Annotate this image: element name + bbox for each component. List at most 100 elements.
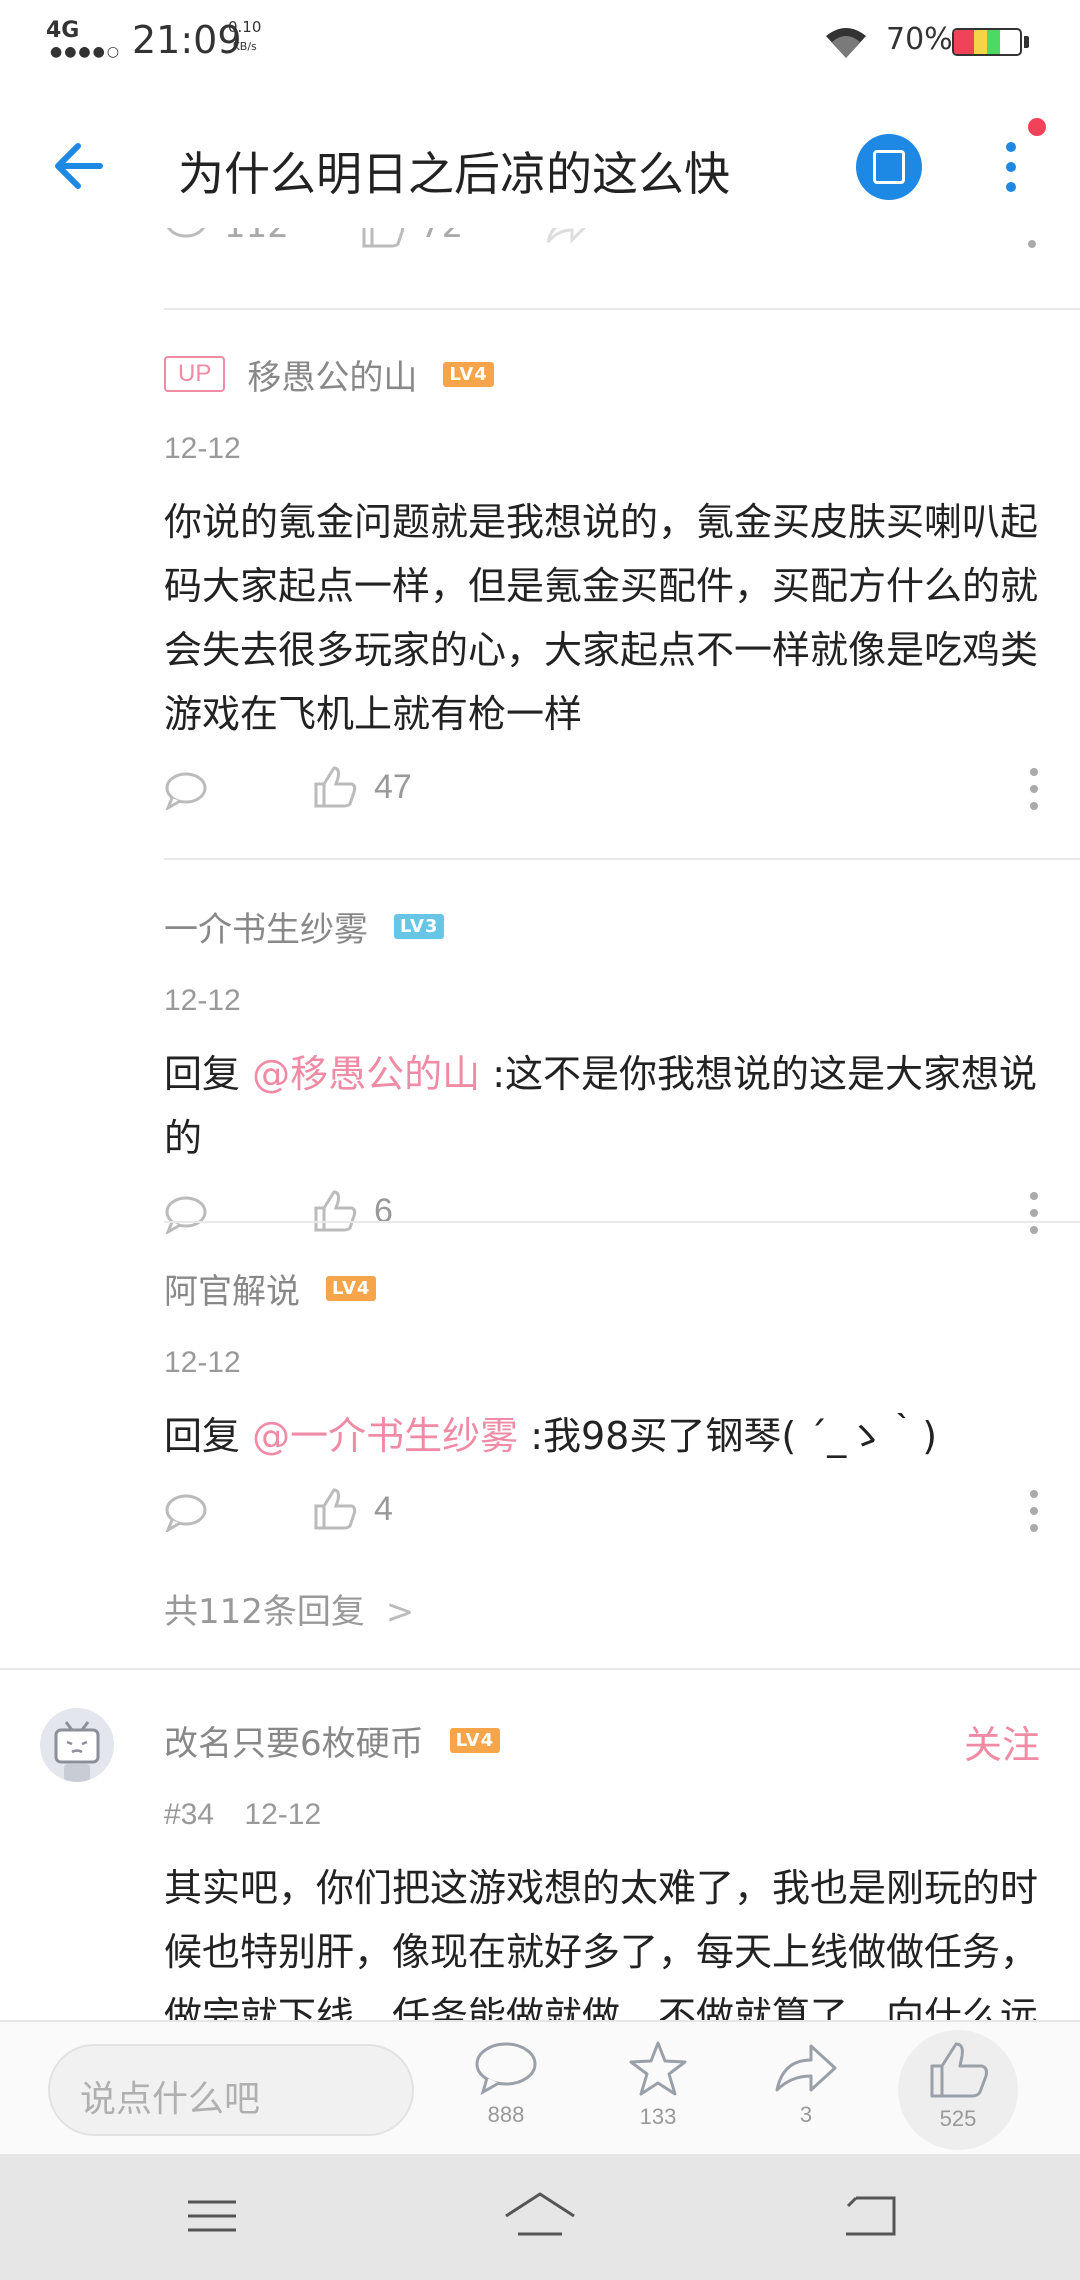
back-nav-icon[interactable] (838, 2186, 902, 2246)
reply-actions: 4 (164, 1482, 1044, 1542)
reply-date: 12-12 (164, 984, 241, 1017)
reply-header: 阿官解说 LV4 (164, 1260, 1044, 1316)
level-badge: LV4 (449, 1727, 501, 1753)
reply-text: 回复 @一介书生纱雾 :我98买了钢琴( ´_ゝ｀) (164, 1404, 1044, 1468)
comment-icon[interactable] (164, 770, 208, 810)
partial-like-count: 72 (420, 228, 463, 246)
comment-thread[interactable]: 112 72 UP 移愚公的山 LV4 12-12 你说的氪金问题就是我想说的，… (0, 228, 1080, 2020)
battery-percent: 70% (886, 22, 953, 57)
tv-mascot-icon (54, 1721, 100, 1782)
share-button[interactable]: 3 (756, 2040, 856, 2128)
comment-date: 12-12 (244, 1798, 322, 1831)
partial-more-dot[interactable] (1028, 240, 1036, 248)
home-icon[interactable] (502, 2186, 578, 2246)
back-arrow-icon[interactable] (48, 134, 112, 198)
notification-dot (1028, 118, 1046, 136)
partial-comment-count: 112 (224, 228, 289, 246)
comment-input[interactable]: 说点什么吧 (48, 2044, 414, 2136)
comment-icon[interactable] (164, 1492, 208, 1532)
signal-strength-icon: ●●●●○ (50, 44, 122, 60)
more-vertical-icon[interactable] (1024, 764, 1044, 814)
avatar[interactable] (40, 1708, 114, 1782)
reply-content: :我98买了钢琴( ´_ゝ｀) (518, 1414, 938, 1458)
comment-meta: #34 12-12 (164, 1798, 1044, 1838)
battery-icon (952, 28, 1022, 56)
divider (164, 308, 1080, 310)
thumbs-up-icon[interactable] (312, 1188, 358, 1234)
comment-icon (475, 2042, 537, 2096)
bottom-action-bar: 说点什么吧 888 133 3 525 (0, 2020, 1080, 2154)
comment-text: 其实吧，你们把这游戏想的太难了，我也是刚玩的时候也特别肝，像现在就好多了，每天上… (164, 1866, 1039, 2020)
divider (164, 1221, 1080, 1223)
page-title: 为什么明日之后凉的这么快 (178, 147, 730, 201)
divider (164, 858, 1080, 860)
reply-item: 一介书生纱雾 LV3 12-12 回复 @移愚公的山 :这不是你我想说的这是大家… (164, 898, 1044, 1244)
view-all-replies-link[interactable]: 共112条回复 > (164, 1584, 414, 1633)
thumbs-up-icon[interactable] (360, 228, 406, 250)
reply-item: 阿官解说 LV4 12-12 回复 @一介书生纱雾 :我98买了钢琴( ´_ゝ｀… (164, 1260, 1044, 1542)
reply-username[interactable]: 移愚公的山 (247, 350, 417, 399)
clock: 21:09 (132, 18, 242, 62)
battery-tip (1024, 36, 1029, 48)
network-speed: 0.10 KB/s (228, 18, 261, 56)
partial-action-row: 112 72 (164, 228, 1044, 268)
comments-button[interactable]: 888 (456, 2040, 556, 2128)
like-button[interactable]: 525 (908, 2040, 1008, 2132)
reply-text: 你说的氪金问题就是我想说的，氪金买皮肤买喇叭起码大家起点一样，但是氪金买配件，买… (164, 500, 1039, 736)
reply-prefix: 回复 (164, 1414, 253, 1458)
shares-count: 3 (799, 2102, 813, 2127)
reply-username[interactable]: 一介书生纱雾 (164, 902, 368, 951)
chevron-right-icon: > (385, 1592, 415, 1632)
reply-header: 一介书生纱雾 LV3 (164, 898, 1044, 954)
comment-username[interactable]: 改名只要6枚硬币 (164, 1716, 424, 1765)
like-count: 47 (374, 768, 412, 806)
share-arrow-icon (775, 2044, 837, 2092)
network-speed-unit: KB/s (232, 40, 257, 53)
reply-header: UP 移愚公的山 LV4 (164, 346, 1044, 402)
reply-item: UP 移愚公的山 LV4 12-12 你说的氪金问题就是我想说的，氪金买皮肤买喇… (164, 346, 1044, 820)
star-icon (629, 2041, 687, 2096)
image-button[interactable] (856, 134, 922, 200)
thumbs-up-icon[interactable] (312, 1486, 358, 1532)
thumbs-up-icon (930, 2042, 988, 2098)
more-vertical-icon[interactable] (1024, 1188, 1044, 1238)
image-icon (873, 150, 905, 184)
like-count: 4 (374, 1490, 393, 1528)
comment-header: 改名只要6枚硬币 LV4 (164, 1712, 1044, 1768)
likes-count: 525 (939, 2106, 977, 2131)
reply-prefix: 回复 (164, 1052, 253, 1096)
more-vertical-icon[interactable] (996, 140, 1026, 200)
level-badge: LV4 (443, 361, 494, 387)
comments-count: 888 (487, 2102, 525, 2127)
network-speed-value: 0.10 (228, 18, 262, 36)
follow-button[interactable]: 关注 (964, 1714, 1040, 1769)
favorite-button[interactable]: 133 (608, 2040, 708, 2130)
reply-actions: 6 (164, 1184, 1044, 1244)
system-nav-bar (0, 2154, 1080, 2280)
menu-icon[interactable] (180, 2186, 244, 2246)
mention-link[interactable]: @移愚公的山 (252, 1052, 480, 1096)
status-bar: 4G ●●●●○ 21:09 0.10 KB/s 70% (0, 0, 1080, 80)
reply-username[interactable]: 阿官解说 (164, 1264, 300, 1313)
reply-date: 12-12 (164, 1346, 241, 1379)
like-count: 6 (374, 1192, 393, 1230)
comment-icon[interactable] (164, 228, 208, 246)
reply-date: 12-12 (164, 432, 241, 465)
reply-text: 回复 @移愚公的山 :这不是你我想说的这是大家想说的 (164, 1042, 1044, 1170)
more-vertical-icon[interactable] (1024, 1486, 1044, 1536)
thumbs-up-icon[interactable] (312, 764, 358, 810)
favorites-count: 133 (639, 2104, 677, 2129)
app-header: 为什么明日之后凉的这么快 (0, 110, 1080, 220)
level-badge: LV3 (394, 913, 445, 939)
up-tag: UP (164, 356, 226, 392)
share-icon[interactable] (544, 228, 590, 248)
level-badge: LV4 (326, 1275, 377, 1301)
wifi-icon (826, 28, 866, 58)
divider (0, 1668, 1080, 1670)
network-indicator: 4G (46, 18, 80, 43)
floor-number: #34 (164, 1798, 215, 1831)
comment-icon[interactable] (164, 1194, 208, 1234)
mention-link[interactable]: @一介书生纱雾 (252, 1414, 518, 1458)
reply-actions: 47 (164, 760, 1044, 820)
total-replies-label: 共112条回复 (164, 1592, 365, 1632)
